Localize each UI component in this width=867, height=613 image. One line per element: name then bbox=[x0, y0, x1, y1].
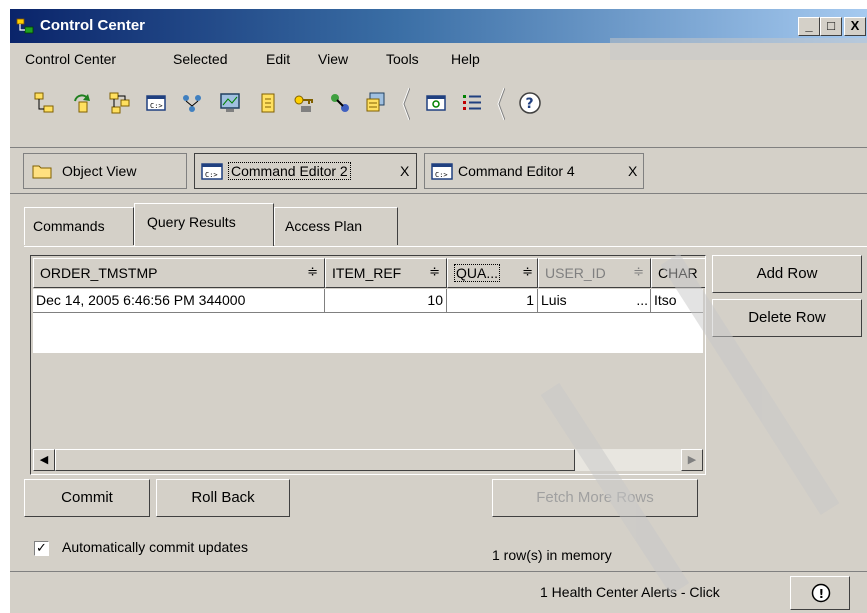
refresh-objects-icon[interactable] bbox=[70, 91, 94, 115]
tab-command-editor-4[interactable]: C:> Command Editor 4 X bbox=[424, 153, 644, 189]
column-header-item-ref[interactable]: ITEM_REF ≑ bbox=[325, 258, 447, 288]
rows-in-memory-text: 1 row(s) in memory bbox=[492, 547, 612, 563]
replication-icon[interactable] bbox=[424, 91, 448, 115]
column-header-order-tmstmp[interactable]: ORDER_TMSTMP ≑ bbox=[33, 258, 325, 288]
tab-label: Command Editor 4 bbox=[458, 163, 575, 179]
empty-row-area bbox=[33, 313, 703, 353]
minimize-button[interactable]: _ bbox=[798, 17, 820, 36]
list-icon[interactable] bbox=[460, 91, 484, 115]
roll-back-button[interactable]: Roll Back bbox=[156, 479, 290, 517]
sort-icon[interactable]: ≑ bbox=[307, 264, 318, 280]
folder-icon bbox=[32, 165, 52, 179]
title-bar: Control Center _ □ X bbox=[10, 9, 867, 43]
command-editor-icon[interactable]: C:> bbox=[144, 91, 168, 115]
license-icon[interactable] bbox=[292, 91, 316, 115]
table-row[interactable]: Dec 14, 2005 6:46:56 PM 344000 10 1 Luis… bbox=[33, 289, 703, 313]
column-header-quantity[interactable]: QUA... ≑ bbox=[447, 258, 538, 288]
sort-icon[interactable]: ≑ bbox=[633, 264, 644, 280]
commit-button[interactable]: Commit bbox=[24, 479, 150, 517]
scroll-right-icon[interactable]: ▶ bbox=[681, 449, 703, 471]
header-label: QUA... bbox=[454, 264, 501, 282]
scrollbar-thumb[interactable] bbox=[55, 449, 575, 471]
window-title: Control Center bbox=[40, 17, 145, 34]
tab-label: Access Plan bbox=[285, 218, 363, 234]
toolbar: C:> ? bbox=[10, 79, 867, 129]
plan-icon[interactable] bbox=[180, 91, 204, 115]
close-tab-icon[interactable]: X bbox=[400, 163, 409, 179]
sort-icon[interactable]: ≑ bbox=[429, 264, 440, 280]
journal-icon[interactable] bbox=[256, 91, 280, 115]
sort-icon[interactable]: ≑ bbox=[522, 264, 533, 280]
network-icon[interactable] bbox=[108, 91, 132, 115]
tab-commands[interactable]: Commands bbox=[24, 207, 134, 245]
svg-text:!: ! bbox=[819, 587, 824, 601]
header-label: ORDER_TMSTMP bbox=[40, 265, 158, 281]
tab-query-results[interactable]: Query Results bbox=[134, 203, 274, 247]
cell-text: Luis bbox=[541, 292, 567, 308]
table-cell[interactable]: 1 bbox=[447, 289, 538, 313]
results-table: ORDER_TMSTMP ≑ ITEM_REF ≑ QUA... ≑ USER_… bbox=[30, 255, 706, 475]
header-label: USER_ID bbox=[545, 265, 606, 281]
toolbar-separator bbox=[497, 87, 505, 121]
table-cell[interactable]: Dec 14, 2005 6:46:56 PM 344000 bbox=[33, 289, 325, 313]
svg-text:?: ? bbox=[526, 96, 534, 112]
close-tab-icon[interactable]: X bbox=[628, 163, 637, 179]
menu-view[interactable]: View bbox=[318, 51, 348, 67]
tab-access-plan[interactable]: Access Plan bbox=[274, 207, 398, 245]
tab-command-editor-2[interactable]: C:> Command Editor 2 X bbox=[194, 153, 417, 189]
menu-bar: Control Center Selected Edit View Tools … bbox=[10, 43, 867, 73]
horizontal-scrollbar[interactable]: ◀ ▶ bbox=[33, 449, 703, 471]
table-cell[interactable]: Luis ... bbox=[538, 289, 651, 313]
menu-control-center[interactable]: Control Center bbox=[25, 51, 116, 67]
table-cell[interactable]: Itso bbox=[651, 289, 703, 313]
svg-text:C:>: C:> bbox=[205, 171, 218, 179]
alert-icon: ! bbox=[811, 583, 831, 603]
scroll-left-icon[interactable]: ◀ bbox=[33, 449, 55, 471]
panel-border bbox=[24, 246, 867, 247]
auto-commit-checkbox[interactable]: ✓ bbox=[34, 541, 49, 556]
status-bar: 1 Health Center Alerts - Click ! bbox=[10, 571, 867, 613]
control-center-window: Control Center _ □ X Control Center Sele… bbox=[9, 8, 867, 613]
monitor-icon[interactable] bbox=[218, 91, 242, 115]
command-editor-icon: C:> bbox=[431, 163, 453, 180]
tree-icon[interactable] bbox=[32, 91, 56, 115]
tab-label: Command Editor 2 bbox=[228, 162, 351, 180]
tab-label: Object View bbox=[62, 163, 137, 179]
delete-row-button[interactable]: Delete Row bbox=[712, 299, 862, 337]
command-editor-icon: C:> bbox=[201, 163, 223, 180]
help-icon[interactable]: ? bbox=[518, 91, 542, 115]
menu-edit[interactable]: Edit bbox=[266, 51, 290, 67]
svg-text:C:>: C:> bbox=[435, 171, 448, 179]
close-button[interactable]: X bbox=[844, 17, 866, 36]
menu-selected[interactable]: Selected bbox=[173, 51, 227, 67]
add-row-button[interactable]: Add Row bbox=[712, 255, 862, 293]
auto-commit-label: Automatically commit updates bbox=[62, 539, 248, 555]
control-center-app-icon bbox=[16, 18, 34, 34]
menu-help[interactable]: Help bbox=[451, 51, 480, 67]
ellipsis-button[interactable]: ... bbox=[636, 289, 648, 311]
column-header-user-id[interactable]: USER_ID ≑ bbox=[538, 258, 651, 288]
task-center-icon[interactable] bbox=[364, 91, 388, 115]
header-label: ITEM_REF bbox=[332, 265, 402, 281]
svg-text:C:>: C:> bbox=[150, 102, 163, 110]
editor-tab-bar: Object View C:> Command Editor 2 X C:> C… bbox=[10, 147, 867, 194]
tab-label: Commands bbox=[33, 218, 105, 234]
maximize-button[interactable]: □ bbox=[820, 17, 842, 36]
health-alert-button[interactable]: ! bbox=[790, 576, 850, 610]
tab-label: Query Results bbox=[147, 214, 236, 230]
table-cell[interactable]: 10 bbox=[325, 289, 447, 313]
health-alerts-text[interactable]: 1 Health Center Alerts - Click bbox=[540, 584, 720, 600]
tools-settings-icon[interactable] bbox=[328, 91, 352, 115]
menu-tools[interactable]: Tools bbox=[386, 51, 419, 67]
fetch-more-rows-button[interactable]: Fetch More Rows bbox=[492, 479, 698, 517]
toolbar-separator bbox=[402, 87, 410, 121]
header-label: CHAR bbox=[658, 265, 698, 281]
column-header-char[interactable]: CHAR bbox=[651, 258, 705, 288]
tab-object-view[interactable]: Object View bbox=[23, 153, 187, 189]
